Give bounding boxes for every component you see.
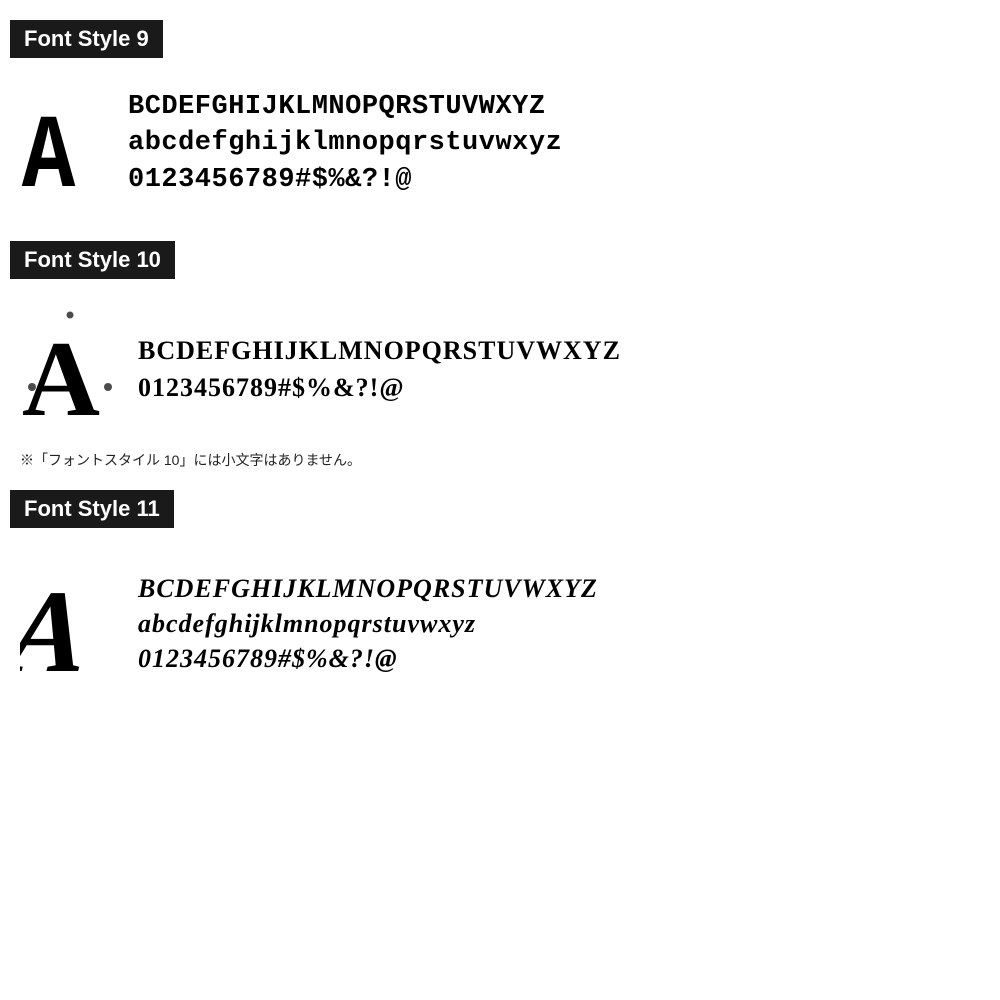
font-style-9-line3: 0123456789#$%&?!@ [128,162,562,198]
svg-text:A: A [20,566,93,686]
font-style-10-text: BCDEFGHIJKLMNOPQRSTUVWXYZ 0123456789#$%&… [138,333,621,406]
font-style-10-line1: BCDEFGHIJKLMNOPQRSTUVWXYZ [138,333,621,369]
font-style-11-line3: 0123456789#$%&?!@ [138,641,598,676]
font-style-9-text: BCDEFGHIJKLMNOPQRSTUVWXYZ abcdefghijklmn… [128,89,562,198]
font-style-10-line2: 0123456789#$%&?!@ [138,370,621,406]
font-style-10-note: ※「フォントスタイル 10」には小文字はありません。 [20,450,970,470]
font-style-10-big-a-svg: A [20,307,120,427]
font-style-10-big-a-wrapper: A [20,307,120,432]
font-style-9-label: Font Style 9 [10,20,163,58]
font-style-11-text: BCDEFGHIJKLMNOPQRSTUVWXYZ abcdefghijklmn… [138,571,598,676]
font-style-10-label: Font Style 10 [10,241,175,279]
font-style-11-line1: BCDEFGHIJKLMNOPQRSTUVWXYZ [138,571,598,606]
font-style-11-big-a-wrapper: A [20,556,120,691]
page: Font Style 9 A BCDEFGHIJKLMNOPQRSTUVWXYZ… [0,0,1000,1000]
font-style-9-demo: A BCDEFGHIJKLMNOPQRSTUVWXYZ abcdefghijkl… [10,76,980,221]
font-style-9-line2: abcdefghijklmnopqrstuvwxyz [128,125,562,161]
font-style-9-line1: BCDEFGHIJKLMNOPQRSTUVWXYZ [128,89,562,125]
svg-text:A: A [22,100,76,196]
font-style-9-big-a-svg: A [20,86,110,196]
font-style-9-section: Font Style 9 A BCDEFGHIJKLMNOPQRSTUVWXYZ… [10,20,980,221]
font-style-11-line2: abcdefghijklmnopqrstuvwxyz [138,606,598,641]
font-style-9-big-a-wrapper: A [20,86,110,201]
svg-text:A: A [22,320,100,427]
font-style-10-section: Font Style 10 A BCDEFGHIJKLMNOPQRSTUVWXY… [10,241,980,470]
font-style-11-demo: A BCDEFGHIJKLMNOPQRSTUVWXYZ abcdefghijkl… [10,546,980,701]
font-style-11-section: Font Style 11 A BCDEFGHIJKLMNOPQRSTUVWXY… [10,490,980,701]
font-style-10-demo: A BCDEFGHIJKLMNOPQRSTUVWXYZ 0123456789#$… [10,297,980,442]
font-style-11-big-a-svg: A [20,556,120,686]
font-style-11-label: Font Style 11 [10,490,174,528]
